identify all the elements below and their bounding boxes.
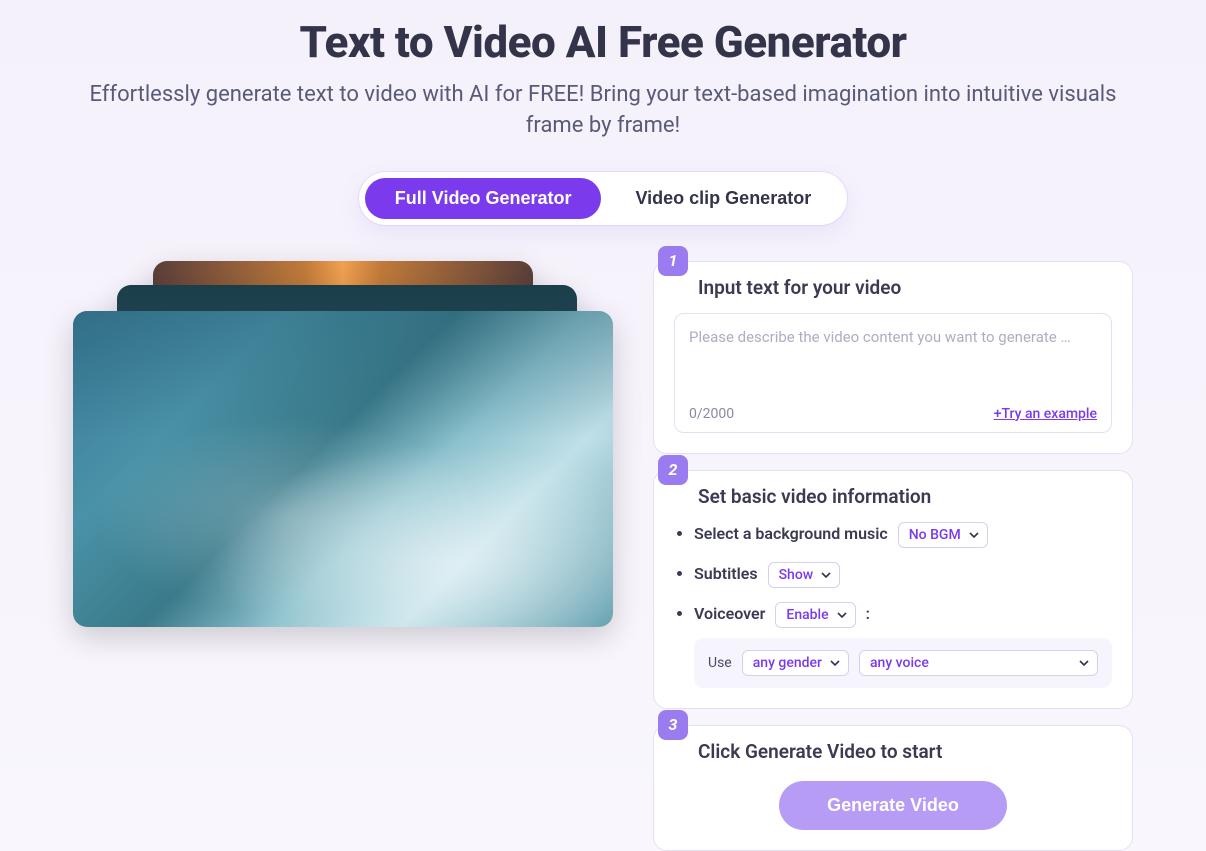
voiceover-select[interactable]: Enable — [775, 602, 855, 628]
voice-options-row: Use any gender any voice — [694, 638, 1112, 688]
char-counter: 0/2000 — [689, 406, 734, 422]
gender-select[interactable]: any gender — [742, 650, 849, 676]
gender-select-value: any gender — [753, 655, 822, 671]
subtitles-select-value: Show — [779, 567, 814, 583]
tab-full-video[interactable]: Full Video Generator — [365, 178, 602, 219]
preview-card-front — [73, 311, 613, 627]
page-title: Text to Video AI Free Generator — [73, 16, 1133, 68]
chevron-down-icon — [830, 658, 840, 668]
ocean-wave-image — [73, 311, 613, 627]
subtitles-select[interactable]: Show — [768, 562, 841, 588]
step-1-title: Input text for your video — [698, 276, 1112, 299]
use-label: Use — [708, 655, 732, 671]
subtitles-label: Subtitles — [694, 564, 758, 583]
step-3-badge: 3 — [658, 710, 688, 740]
prompt-input[interactable] — [689, 328, 1097, 396]
generate-video-button[interactable]: Generate Video — [779, 781, 1007, 830]
chevron-down-icon — [1079, 658, 1089, 668]
step-1-card: 1 Input text for your video 0/2000 +Try … — [653, 261, 1133, 454]
bgm-select-value: No BGM — [909, 527, 961, 543]
chevron-down-icon — [837, 610, 847, 620]
tab-video-clip[interactable]: Video clip Generator — [605, 178, 841, 219]
preview-stack — [73, 261, 613, 681]
voice-select[interactable]: any voice — [859, 650, 1098, 676]
prompt-input-box: 0/2000 +Try an example — [674, 313, 1112, 433]
step-1-badge: 1 — [658, 246, 688, 276]
page-subtitle: Effortlessly generate text to video with… — [73, 80, 1133, 142]
step-2-badge: 2 — [658, 455, 688, 485]
bgm-select[interactable]: No BGM — [898, 522, 988, 548]
step-3-title: Click Generate Video to start — [698, 740, 1112, 763]
voiceover-colon: : — [866, 604, 870, 623]
try-example-link[interactable]: +Try an example — [994, 406, 1097, 422]
mode-tab-switcher: Full Video Generator Video clip Generato… — [359, 172, 847, 225]
step-2-title: Set basic video information — [698, 485, 1112, 508]
voiceover-select-value: Enable — [786, 607, 828, 623]
step-2-card: 2 Set basic video information Select a b… — [653, 470, 1133, 709]
bgm-label: Select a background music — [694, 524, 888, 543]
chevron-down-icon — [821, 570, 831, 580]
step-3-card: 3 Click Generate Video to start Generate… — [653, 725, 1133, 851]
chevron-down-icon — [969, 530, 979, 540]
voice-select-value: any voice — [870, 655, 929, 671]
voiceover-label: Voiceover — [694, 604, 765, 623]
